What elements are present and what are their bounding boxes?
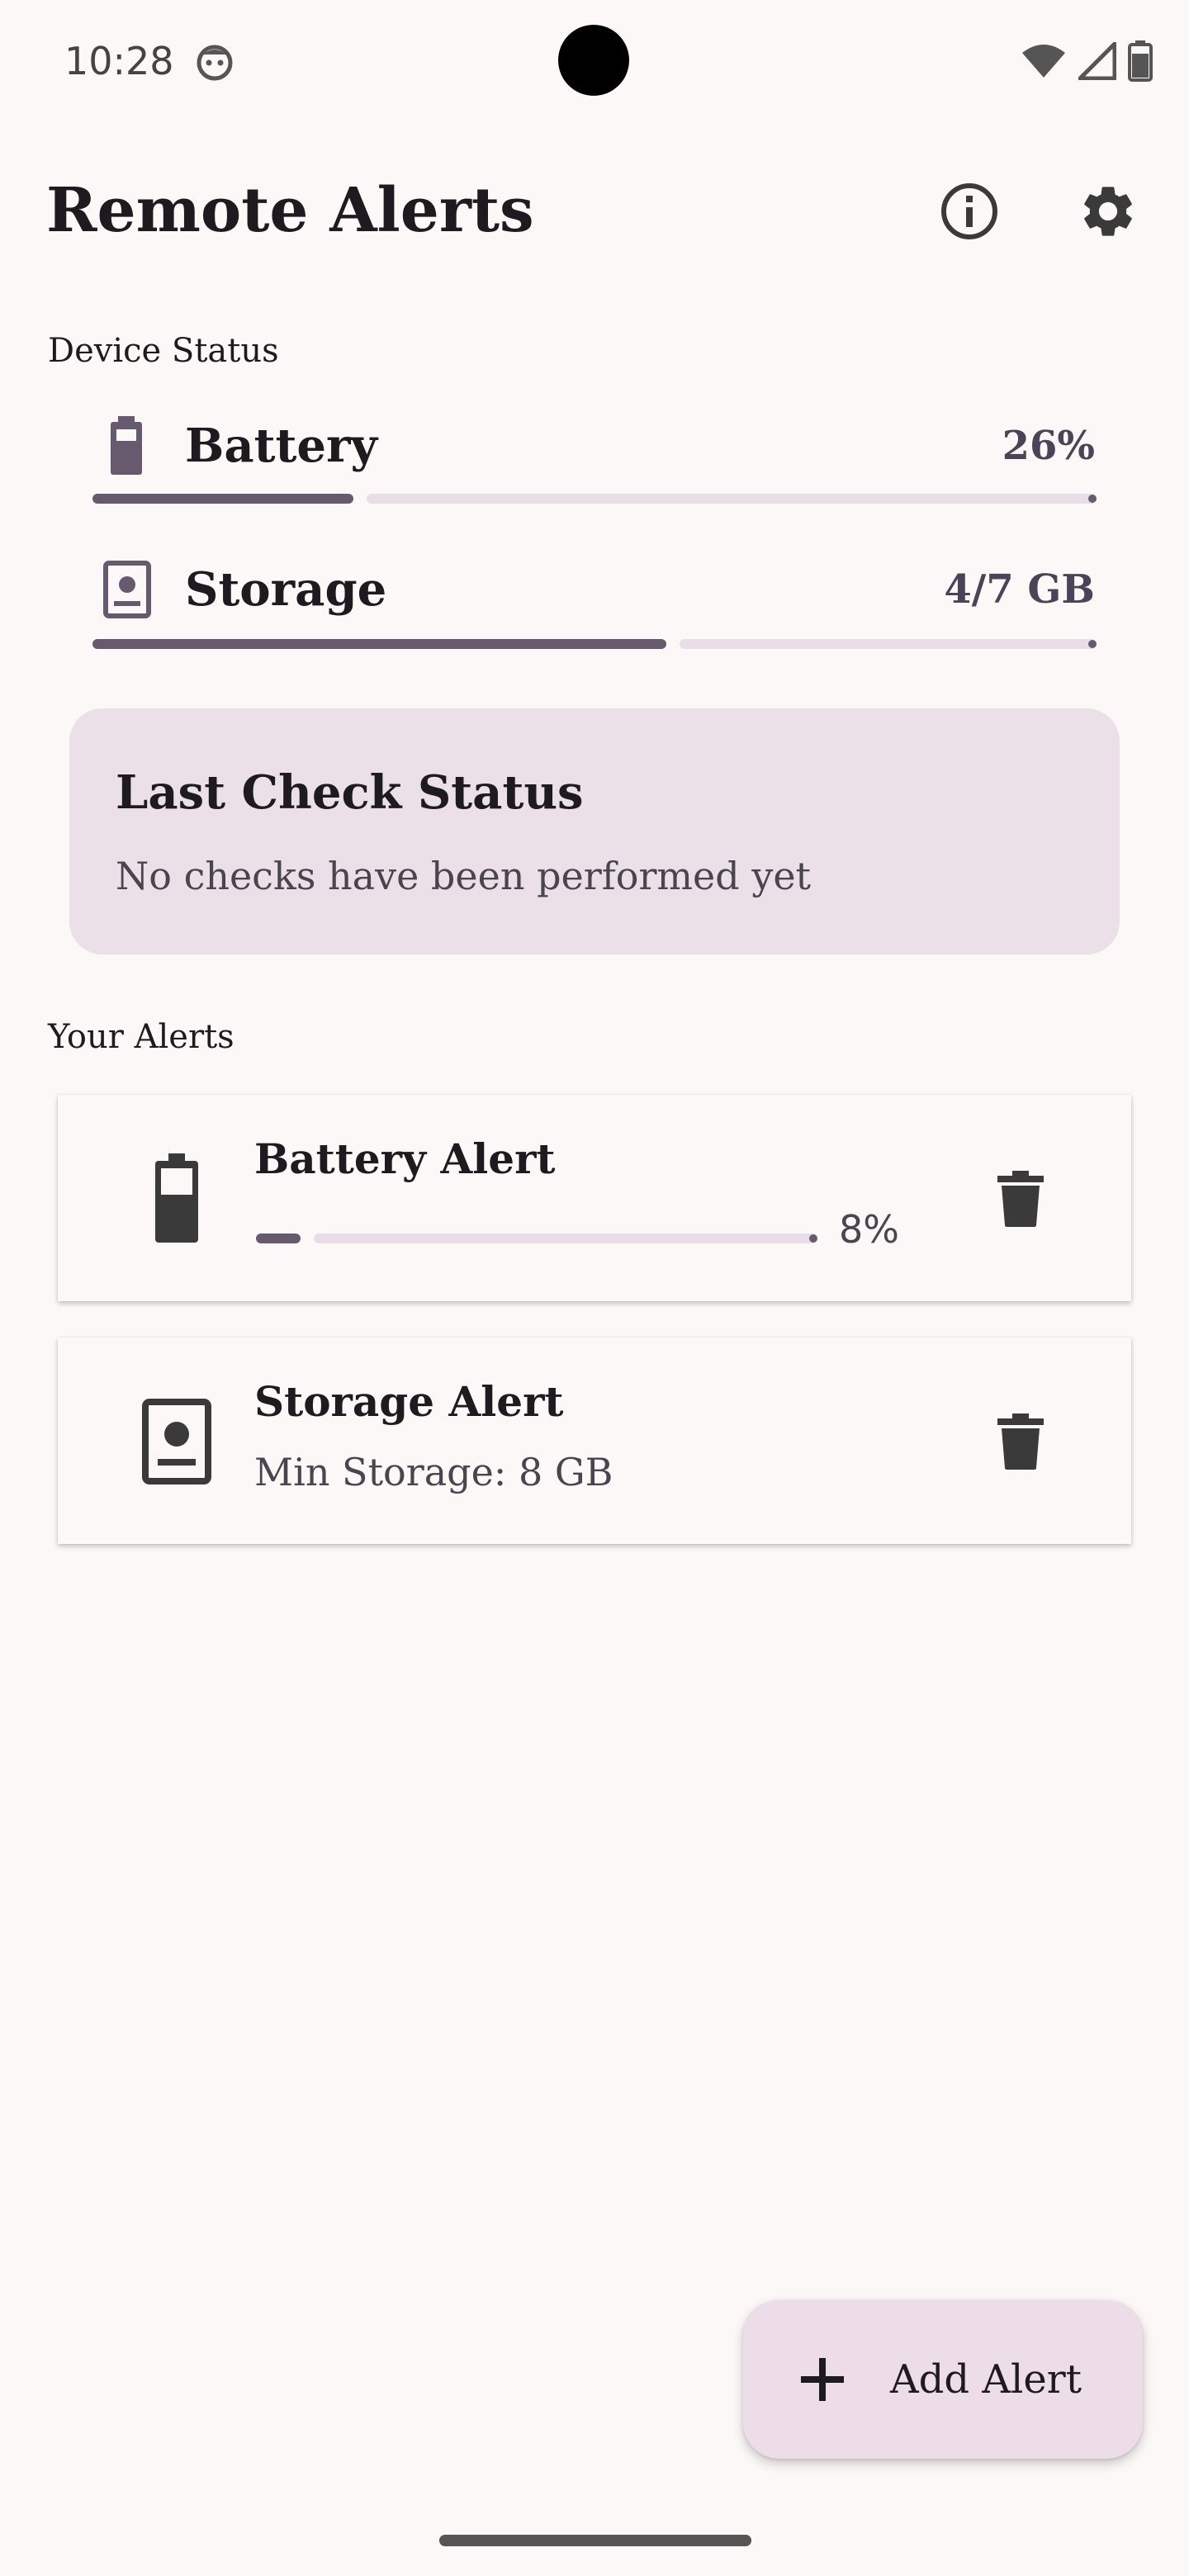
battery-alert-threshold xyxy=(256,1234,817,1243)
last-check-text: No checks have been performed yet xyxy=(116,854,812,898)
storage-progress-track xyxy=(679,639,1097,649)
storage-progress-fill xyxy=(92,639,666,649)
battery-alert-card[interactable]: Battery Alert 8% xyxy=(58,1095,1131,1301)
gesture-navigation-bar[interactable] xyxy=(439,2535,751,2546)
settings-button[interactable] xyxy=(1067,170,1149,253)
battery-alert-percent: 8% xyxy=(839,1207,899,1252)
signal-icon xyxy=(1078,42,1116,80)
storage-progress-stop xyxy=(1088,640,1097,648)
status-time: 10:28 xyxy=(64,39,174,83)
storage-status-label: Storage xyxy=(185,562,387,617)
battery-progress-stop xyxy=(1088,495,1097,503)
storage-alert-title: Storage Alert xyxy=(254,1377,564,1426)
battery-alert-threshold-fill xyxy=(256,1234,301,1243)
battery-icon xyxy=(119,1141,234,1257)
trash-icon xyxy=(997,1413,1044,1470)
delete-battery-alert-button[interactable] xyxy=(979,1158,1062,1240)
wifi-icon xyxy=(1022,45,1065,78)
battery-progress xyxy=(92,494,1097,504)
storage-alert-card[interactable]: Storage Alert Min Storage: 8 GB xyxy=(58,1338,1131,1544)
storage-status-icon xyxy=(102,560,152,619)
storage-progress xyxy=(92,639,1097,649)
last-check-title: Last Check Status xyxy=(116,765,584,820)
status-icons xyxy=(1021,36,1153,86)
battery-icon xyxy=(1128,40,1153,82)
storage-icon xyxy=(119,1384,234,1499)
trash-icon xyxy=(997,1171,1044,1227)
camera-cutout xyxy=(558,25,629,96)
plus-icon xyxy=(796,2353,849,2406)
battery-status-value: 26% xyxy=(1002,423,1095,469)
storage-status-value: 4/7 GB xyxy=(944,566,1095,613)
battery-alert-title: Battery Alert xyxy=(254,1134,556,1183)
info-button[interactable] xyxy=(928,170,1011,253)
battery-progress-fill xyxy=(92,494,354,504)
app-notification-icon xyxy=(193,40,236,83)
battery-progress-track xyxy=(367,494,1097,504)
gear-icon xyxy=(1084,187,1132,236)
your-alerts-label: Your Alerts xyxy=(48,1018,234,1056)
add-alert-label: Add Alert xyxy=(890,2356,1082,2403)
last-check-card: Last Check Status No checks have been pe… xyxy=(69,708,1120,954)
battery-alert-threshold-stop xyxy=(809,1234,817,1243)
battery-alert-threshold-track xyxy=(314,1234,817,1243)
device-status-label: Device Status xyxy=(48,332,279,370)
battery-status-label: Battery xyxy=(185,419,378,473)
app-title: Remote Alerts xyxy=(46,175,534,246)
storage-alert-subtitle: Min Storage: 8 GB xyxy=(254,1450,613,1494)
info-icon xyxy=(941,183,997,239)
delete-storage-alert-button[interactable] xyxy=(979,1400,1062,1483)
battery-status-icon xyxy=(106,416,147,476)
add-alert-button[interactable]: Add Alert xyxy=(743,2300,1143,2459)
